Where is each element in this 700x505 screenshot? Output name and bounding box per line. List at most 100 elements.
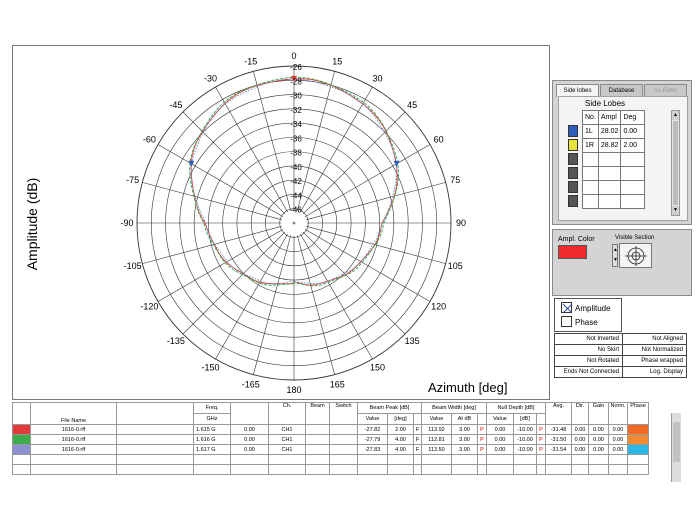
status-not-rotated[interactable]: Not Rotated: [554, 355, 623, 367]
freq-header: Freq.: [193, 402, 231, 414]
polar-spoke: [302, 111, 406, 215]
side-lobe-ampl: 28.02: [597, 124, 622, 139]
table-row[interactable]: 1616-0.rff 1.617 G 0.00 CH1 -27.83 4.00 F 113.5…: [12, 444, 649, 455]
scroll-up-icon[interactable]: ▲: [672, 111, 679, 120]
row-color-swatch[interactable]: [12, 444, 31, 455]
ring-tick-label: -46: [290, 206, 302, 215]
side-lobe-row[interactable]: [582, 180, 646, 195]
status-table: Not Inverted Not Aligned No Skirt Not Norm…: [554, 333, 687, 378]
cell-peak-flag: F: [413, 424, 422, 435]
status-not-inverted[interactable]: Not Inverted: [554, 333, 623, 345]
lobe-color-swatch[interactable]: [568, 167, 578, 179]
status-no-skirt[interactable]: No Skirt: [554, 344, 623, 356]
cell-dir: 0.00: [571, 444, 589, 455]
visible-section-button[interactable]: [619, 243, 652, 268]
angle-tick-label: -60: [143, 135, 156, 145]
side-lobes-table: No. Ampl Deg 1L 28.02 0.00 1R 28.82 2.00: [582, 110, 646, 209]
row-color-swatch[interactable]: [12, 424, 31, 435]
scroll-down-icon[interactable]: ▼: [672, 206, 679, 215]
cell-switch: [329, 454, 358, 465]
cell-blank: [116, 444, 194, 455]
table-scroll-thumb[interactable]: [673, 422, 680, 462]
side-lobe-marker-left[interactable]: [188, 160, 195, 167]
side-lobe-marker-right[interactable]: [393, 160, 400, 167]
polar-spoke: [253, 71, 291, 211]
table-row[interactable]: [12, 454, 649, 465]
lobe-color-swatch[interactable]: [568, 181, 578, 193]
status-phase-wrapped[interactable]: Phase wrapped: [622, 355, 687, 367]
crosshair-icon: [625, 246, 647, 266]
null-value-header: Value: [486, 413, 514, 425]
amplitude-toggle[interactable]: Amplitude: [561, 302, 611, 315]
x-axis-label: Azimuth [deg]: [428, 380, 508, 395]
row-color-swatch[interactable]: [12, 434, 31, 445]
phase-toggle[interactable]: Phase: [561, 316, 598, 329]
status-ends-not-connected[interactable]: Ends Not Connected: [554, 366, 623, 378]
col-header-deg: Deg: [620, 110, 646, 125]
cell-channel: CH1: [268, 434, 306, 445]
cell-channel: [268, 454, 306, 465]
cell-avg: [545, 454, 572, 465]
table-row[interactable]: 1616-0.rff 1.615 G 0.00 CH1 -27.82 2.00 F 113.9…: [12, 424, 649, 435]
legend-box: Amplitude Phase: [554, 298, 622, 332]
cell-width-value: [421, 454, 452, 465]
table-scrollbar[interactable]: [671, 413, 681, 482]
col-header-ampl: Ampl: [597, 110, 622, 125]
cell-file-name: [30, 454, 117, 465]
cell-norm: 0.00: [608, 424, 628, 435]
side-lobe-no: [582, 166, 599, 181]
cell-width-flag: [477, 464, 487, 475]
side-lobe-row[interactable]: [582, 152, 646, 167]
gain-header: Gain: [588, 402, 609, 425]
table-row[interactable]: [12, 464, 649, 475]
status-not-normalized[interactable]: Not Normalized: [622, 344, 687, 356]
polar-plot-panel: 0 15 30 45 60 75 90 105 120 135 150 165 180 -15 -30 -45…: [12, 45, 550, 400]
tab-ax-ratio[interactable]: Ax.Ratio: [644, 84, 687, 96]
peak-value-header: Value: [357, 413, 388, 425]
cell-file-name: 1616-0.rff: [30, 434, 117, 445]
row-color-swatch[interactable]: [12, 454, 31, 465]
lobes-scrollbar[interactable]: ▲ ▼: [671, 110, 680, 216]
phase-checkbox[interactable]: [561, 316, 572, 328]
angle-tick-label: 60: [434, 135, 444, 145]
side-lobe-row[interactable]: 1R 28.82 2.00: [582, 138, 646, 153]
side-lobe-no: [582, 152, 599, 167]
row-color-swatch[interactable]: [12, 464, 31, 475]
amplitude-checkbox[interactable]: [561, 302, 573, 314]
table-row[interactable]: 1616-0.rff 1.616 G 0.00 CH1 -27.79 4.00 F 112.8…: [12, 434, 649, 445]
cell-peak-deg: 4.00: [387, 444, 414, 455]
ring-tick-label: -26: [290, 63, 302, 72]
side-lobe-row[interactable]: 1L 28.02 0.00: [582, 124, 646, 139]
side-lobe-deg: 0.00: [620, 124, 646, 139]
angle-tick-label: 0: [291, 51, 296, 61]
lobe-color-swatch[interactable]: [568, 139, 578, 151]
side-lobe-row[interactable]: [582, 194, 646, 209]
peak-flag-header: [413, 413, 422, 425]
polar-spoke: [142, 226, 282, 264]
cell-null-flag: [536, 464, 546, 475]
angle-tick-label: -135: [167, 336, 185, 346]
lobe-color-swatch[interactable]: [568, 195, 578, 207]
cell-null-value: 0.00: [486, 444, 514, 455]
cell-freq: 1.617 G: [193, 444, 231, 455]
display-settings-panel: Ampl. Color Visible Section ▲ ▼: [552, 229, 692, 296]
tab-database[interactable]: Database: [600, 84, 643, 96]
status-log-display[interactable]: Log. Display: [622, 366, 687, 378]
polar-plot[interactable]: 0 15 30 45 60 75 90 105 120 135 150 165 180 -15 -30 -45…: [13, 46, 551, 401]
status-not-aligned[interactable]: Not Aligned: [622, 333, 687, 345]
lobe-color-swatch[interactable]: [568, 153, 578, 165]
cell-file-name: 1616-0.rff: [30, 424, 117, 435]
polar-spoke: [182, 231, 286, 335]
cell-channel: CH1: [268, 424, 306, 435]
side-lobe-row[interactable]: [582, 166, 646, 181]
lobe-color-swatch[interactable]: [568, 125, 578, 137]
visible-section-spinner[interactable]: ▲ ▼: [612, 244, 618, 267]
ampl-color-swatch[interactable]: [558, 245, 587, 259]
side-lobe-no: [582, 194, 599, 209]
side-lobe-ampl: [597, 180, 622, 195]
null-flag-header: [536, 413, 546, 425]
scroll-thumb[interactable]: [673, 121, 678, 205]
polar-spoke: [306, 182, 446, 220]
cell-phase: [627, 454, 649, 465]
cell-width-flag: [477, 454, 487, 465]
